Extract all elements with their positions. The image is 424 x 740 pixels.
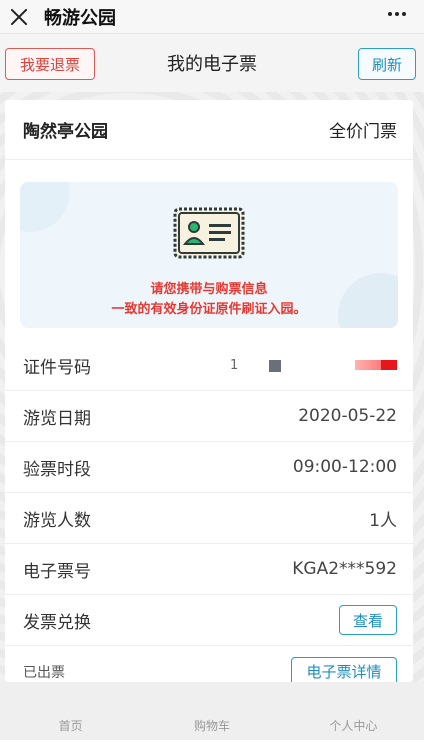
visitor-count-value: 1人 — [369, 510, 397, 531]
ticket-number-row: 电子票号 KGA2***592 — [5, 544, 413, 595]
page-header: 我要退票 我的电子票 刷新 — [0, 34, 424, 92]
ticket-detail-button[interactable]: 电子票详情 — [291, 656, 397, 682]
id-card-icon — [173, 207, 245, 259]
redaction-block — [355, 360, 381, 370]
id-notice-text: 请您携带与购票信息 一致的有效身份证原件刷证入园。 — [20, 280, 398, 320]
page-title: 我的电子票 — [167, 54, 257, 75]
redaction-block — [269, 360, 281, 372]
visitor-count-label: 游览人数 — [23, 510, 91, 531]
close-icon[interactable] — [8, 6, 30, 28]
id-number-row: 证件号码 1 — [5, 340, 413, 391]
tab-profile[interactable]: 个人中心 — [283, 717, 424, 740]
invoice-label: 发票兑换 — [23, 612, 91, 633]
tab-cart[interactable]: 购物车 — [141, 717, 282, 740]
check-time-label: 验票时段 — [23, 459, 91, 480]
redaction-block — [381, 360, 397, 370]
refresh-button[interactable]: 刷新 — [358, 48, 416, 80]
view-invoice-button[interactable]: 查看 — [339, 605, 397, 635]
app-title-bar: 畅游公园 — [0, 0, 424, 34]
ticket-status: 已出票 — [23, 664, 65, 681]
ticket-status-row: 已出票 电子票详情 — [5, 646, 413, 682]
park-name: 陶然亭公园 — [23, 122, 108, 142]
ticket-card-header: 陶然亭公园 全价门票 — [5, 100, 413, 160]
ticket-card: 陶然亭公园 全价门票 请您携带与购票信息 一致的有效身份证原件刷证入园。 证件号… — [5, 100, 413, 682]
ticket-number-label: 电子票号 — [23, 561, 91, 582]
ticket-info-list: 证件号码 1 游览日期 2020-05-22 验票时段 09:00-12:00 … — [5, 340, 413, 682]
visit-date-row: 游览日期 2020-05-22 — [5, 391, 413, 442]
ticket-type: 全价门票 — [329, 122, 397, 142]
id-number-fragment: 1 — [230, 358, 239, 373]
ticket-number-value: KGA2***592 — [292, 559, 397, 579]
invoice-row: 发票兑换 查看 — [5, 595, 413, 646]
refund-button[interactable]: 我要退票 — [5, 48, 95, 80]
id-notice-panel: 请您携带与购票信息 一致的有效身份证原件刷证入园。 — [20, 182, 398, 328]
visit-date-label: 游览日期 — [23, 408, 91, 429]
tab-home[interactable]: 首页 — [0, 717, 141, 740]
more-dots-icon[interactable] — [388, 12, 406, 16]
ticket-background: 陶然亭公园 全价门票 请您携带与购票信息 一致的有效身份证原件刷证入园。 证件号… — [0, 92, 424, 682]
id-number-label: 证件号码 — [23, 357, 91, 378]
visit-date-value: 2020-05-22 — [298, 406, 397, 426]
check-time-value: 09:00-12:00 — [292, 457, 397, 477]
check-time-row: 验票时段 09:00-12:00 — [5, 442, 413, 493]
app-title: 畅游公园 — [44, 7, 116, 29]
bottom-tab-bar: 首页 购物车 个人中心 — [0, 682, 424, 740]
notice-line-1: 请您携带与购票信息 — [150, 282, 268, 297]
visitor-count-row: 游览人数 1人 — [5, 493, 413, 544]
notice-line-2: 一致的有效身份证原件刷证入园。 — [111, 302, 307, 317]
